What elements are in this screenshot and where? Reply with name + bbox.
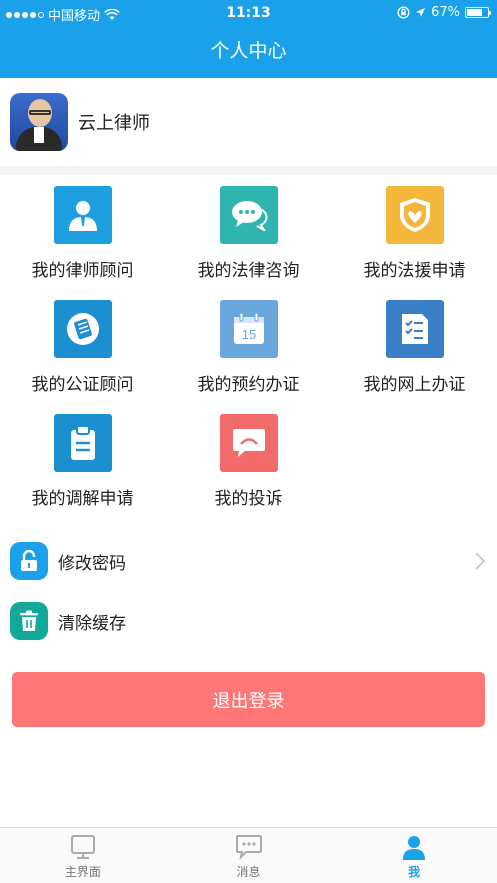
profile-header[interactable]: 云上律师 [0,78,497,166]
svg-text:15: 15 [241,327,255,342]
change-password-label: 修改密码 [58,553,126,574]
trash-icon [10,602,48,640]
lawyer-person-icon [53,186,112,244]
message-icon [235,835,262,860]
change-password-row[interactable]: 修改密码 [0,532,497,590]
tab-home[interactable]: 主界面 [0,828,166,883]
location-arrow-icon [416,8,426,17]
legal-aid-badge-icon [385,186,444,244]
user-icon [403,836,426,860]
grid-item-legal-consult[interactable]: 我的法律咨询 [166,180,331,290]
notary-document-icon [53,300,112,358]
grid-item-online-service[interactable]: 我的网上办证 [332,294,497,404]
tab-home-label: 主界面 [64,865,101,879]
grid-item-label: 我的律师顾问 [31,261,134,281]
grid-item-label: 我的投诉 [214,489,283,509]
checklist-icon [385,300,444,358]
clear-cache-row[interactable]: 清除缓存 [0,592,497,650]
chat-bubble-icon [219,186,278,244]
monitor-icon [70,835,95,859]
profile-name: 云上律师 [78,113,150,134]
battery-icon [465,7,491,18]
chevron-right-icon [475,552,485,570]
grid-item-label: 我的法援申请 [363,261,466,281]
complaint-bubble-icon [219,414,278,472]
clear-cache-label: 清除缓存 [58,613,126,634]
grid-item-appointment[interactable]: 15 我的预约办证 [166,294,331,404]
top-bar: 中国移动 11:13 67% 个人中心 [0,0,497,78]
clipboard-icon [53,414,112,472]
grid-item-label: 我的法律咨询 [197,261,300,281]
logout-button[interactable]: 退出登录 [12,672,485,727]
tab-me[interactable]: 我 [331,828,497,883]
grid-item-label: 我的调解申请 [31,489,134,509]
grid-item-complaint[interactable]: 我的投诉 [166,408,331,518]
status-right: 67% [397,5,491,20]
grid-item-notary-advisor[interactable]: 我的公证顾问 [0,294,165,404]
grid-item-label: 我的公证顾问 [31,375,134,395]
status-bar: 中国移动 11:13 67% [0,0,497,26]
tab-me-label: 我 [408,865,421,879]
page-title: 个人中心 [210,40,287,62]
calendar-icon: 15 [219,300,278,358]
tab-messages-label: 消息 [236,865,261,879]
tab-bar: 主界面 消息 我 [0,827,497,883]
rotation-lock-icon [397,6,410,19]
battery-percent: 67% [431,5,460,20]
grid-item-label: 我的网上办证 [363,375,466,395]
avatar[interactable] [10,93,68,151]
section-divider [0,166,497,175]
tab-messages[interactable]: 消息 [166,828,332,883]
grid-item-legal-aid[interactable]: 我的法援申请 [332,180,497,290]
grid-item-lawyer-advisor[interactable]: 我的律师顾问 [0,180,165,290]
lock-icon [10,542,48,580]
grid-item-mediation[interactable]: 我的调解申请 [0,408,165,518]
grid-item-label: 我的预约办证 [197,375,300,395]
